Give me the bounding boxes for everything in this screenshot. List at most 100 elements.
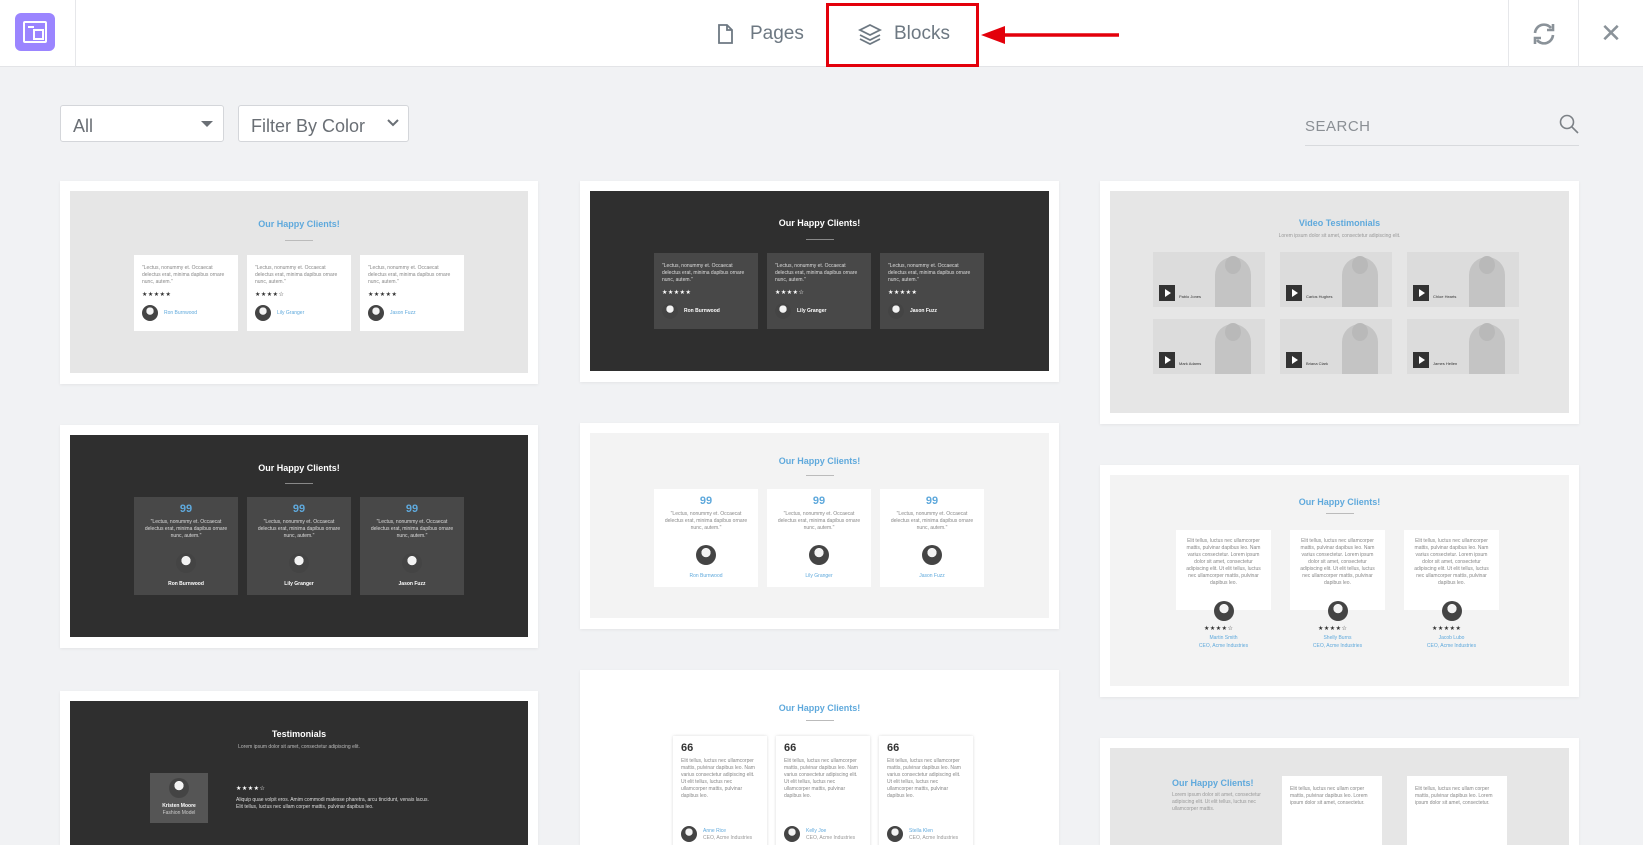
- block-card[interactable]: Our Happy Clients! 66 Elit tellus, luctu…: [580, 670, 1059, 845]
- testimonial-card: 66 Elit tellus, luctus nec ullamcorper m…: [879, 736, 973, 845]
- preview-title: Testimonials: [271, 729, 327, 739]
- search-input[interactable]: [1305, 114, 1545, 138]
- video-name: Chloe Hearts: [1433, 294, 1457, 299]
- play-icon: [1286, 352, 1302, 368]
- testimonial-text: "Lectus, nonummy et. Occaecat delectus e…: [370, 519, 454, 539]
- sync-button[interactable]: [1508, 0, 1578, 67]
- avatar: [888, 303, 904, 319]
- person-head: [1352, 256, 1368, 274]
- avatar: [368, 305, 384, 321]
- testimonial-name: Lily Granger: [797, 308, 827, 314]
- video-name: Mark Adams: [1179, 361, 1202, 366]
- testimonial-text: Elit tellus, luctus nec ullamcorper matt…: [887, 758, 961, 799]
- testimonial-card: "Lectus, nonummy et. Occaecat delectus e…: [134, 255, 238, 331]
- testimonial-card: 66 Elit tellus, luctus nec ullamcorper m…: [673, 736, 767, 845]
- video-tile: Carlos Hughes: [1280, 252, 1392, 307]
- preview-title: Our Happy Clients!: [778, 218, 861, 228]
- tab-pages[interactable]: Pages: [714, 0, 804, 67]
- category-select-value: All: [73, 116, 94, 136]
- category-select[interactable]: All: [60, 105, 224, 142]
- play-icon: [1413, 352, 1429, 368]
- block-card[interactable]: Video Testimonials Lorem ipsum dolor sit…: [1100, 181, 1579, 424]
- block-card[interactable]: Our Happy Clients! 99 "Lectus, nonummy e…: [580, 423, 1059, 629]
- testimonial-card: 99 "Lectus, nonummy et. Occaecat delectu…: [360, 497, 464, 595]
- video-name: James Hellen: [1433, 361, 1458, 366]
- preview-title: Our Happy Clients!: [1298, 497, 1381, 507]
- testimonial-role: CEO, Acme Industries: [909, 835, 959, 841]
- block-card[interactable]: Testimonials Lorem ipsum dolor sit amet,…: [60, 691, 538, 845]
- testimonial-text: Elit tellus, luctus nec ullamcorper matt…: [1414, 538, 1489, 586]
- search-box: [1305, 108, 1579, 146]
- quote-icon: 99: [405, 503, 419, 515]
- rating-stars: ★★★★☆: [236, 786, 266, 792]
- sync-icon: [1533, 22, 1554, 45]
- avatar: [1442, 601, 1462, 621]
- library-logo-icon: [15, 13, 55, 51]
- play-icon: [1159, 285, 1175, 301]
- testimonial-card: Elit tellus, luctus nec ullamcorper matt…: [1176, 530, 1271, 610]
- person-head: [1225, 323, 1241, 341]
- testimonial-name: Anne Rice: [703, 828, 727, 834]
- avatar: [922, 545, 942, 565]
- video-name: Pablo Jones: [1179, 294, 1202, 299]
- testimonial-text: "Lectus, nonummy et. Occaecat delectus e…: [255, 265, 338, 285]
- preview-subtitle: Lorem ipsum dolor sit amet, consectetur …: [1172, 792, 1261, 812]
- close-button[interactable]: ✕: [1578, 0, 1643, 67]
- avatar: [255, 305, 271, 321]
- video-name: Carlos Hughes: [1306, 294, 1333, 299]
- testimonial-name: Ron Burnwood: [168, 581, 204, 587]
- video-name: Briana Clark: [1306, 361, 1329, 366]
- preview-title: Our Happy Clients!: [1172, 778, 1254, 788]
- block-card[interactable]: Our Happy Clients! 99 "Lectus, nonummy e…: [60, 425, 538, 648]
- block-preview: Video Testimonials Lorem ipsum dolor sit…: [1110, 191, 1569, 413]
- block-card[interactable]: Our Happy Clients! Lorem ipsum dolor sit…: [1100, 738, 1579, 845]
- rating-stars: ★★★★☆: [1318, 626, 1348, 632]
- divider: [805, 239, 834, 240]
- quote-icon: 99: [179, 503, 193, 515]
- search-icon[interactable]: [1559, 114, 1579, 139]
- testimonial-role: CEO, Acme Industries: [1426, 643, 1477, 649]
- testimonial-name: Jason Fuzz: [390, 310, 416, 316]
- testimonial-name: Lily Granger: [277, 310, 305, 316]
- avatar: [775, 303, 791, 319]
- preview-subtitle: Lorem ipsum dolor sit amet, consectetur …: [1278, 233, 1401, 239]
- testimonial-text: "Lectus, nonummy et. Occaecat delectus e…: [368, 265, 451, 285]
- testimonial-text: Elit tellus, luctus nec ullamcorper matt…: [784, 758, 858, 799]
- video-tile: Pablo Jones: [1153, 252, 1265, 307]
- testimonial-role: CEO, Acme Industries: [806, 835, 856, 841]
- person-head: [1352, 323, 1368, 341]
- block-card[interactable]: Our Happy Clients! "Lectus, nonummy et. …: [60, 181, 538, 384]
- divider: [1325, 513, 1354, 514]
- person-head: [1479, 256, 1495, 274]
- avatar: [142, 305, 158, 321]
- testimonial-name: Lily Granger: [805, 573, 833, 579]
- block-card[interactable]: Our Happy Clients! "Lectus, nonummy et. …: [580, 181, 1059, 382]
- testimonial-text: "Lectus, nonummy et. Occaecat delectus e…: [144, 519, 228, 539]
- color-filter-select[interactable]: Filter By Color: [238, 105, 409, 142]
- file-icon: [714, 23, 736, 45]
- avatar: [1328, 601, 1348, 621]
- avatar: [1214, 601, 1234, 621]
- play-icon: [1413, 285, 1429, 301]
- testimonial-text: Aliquip quae volpit eros. Amim commodi m…: [236, 797, 429, 810]
- rating-stars: ★★★★☆: [255, 292, 285, 298]
- testimonial-card: 99 "Lectus, nonummy et. Occaecat delectu…: [767, 489, 871, 587]
- chevron-down-icon: [386, 115, 400, 134]
- avatar: [696, 545, 716, 565]
- avatar: [784, 826, 800, 842]
- testimonial-role: CEO, Acme Industries: [703, 835, 753, 841]
- video-tile: Chloe Hearts: [1407, 252, 1519, 307]
- quote-icon: 66: [887, 742, 900, 754]
- avatar: [402, 553, 422, 573]
- avatar: [887, 826, 903, 842]
- avatar: [809, 545, 829, 565]
- testimonial-card: 99 "Lectus, nonummy et. Occaecat delectu…: [247, 497, 351, 595]
- testimonial-name: Shelly Burns: [1323, 635, 1352, 641]
- block-card[interactable]: Our Happy Clients! Elit tellus, luctus n…: [1100, 465, 1579, 697]
- rating-stars: ★★★★☆: [775, 290, 805, 296]
- person-head: [1479, 323, 1495, 341]
- testimonial-text: "Lectus, nonummy et. Occaecat delectus e…: [662, 263, 745, 283]
- block-preview: Our Happy Clients! Elit tellus, luctus n…: [1110, 475, 1569, 686]
- annotation-arrow-icon: [981, 26, 1119, 44]
- rating-stars: ★★★★★: [888, 290, 918, 296]
